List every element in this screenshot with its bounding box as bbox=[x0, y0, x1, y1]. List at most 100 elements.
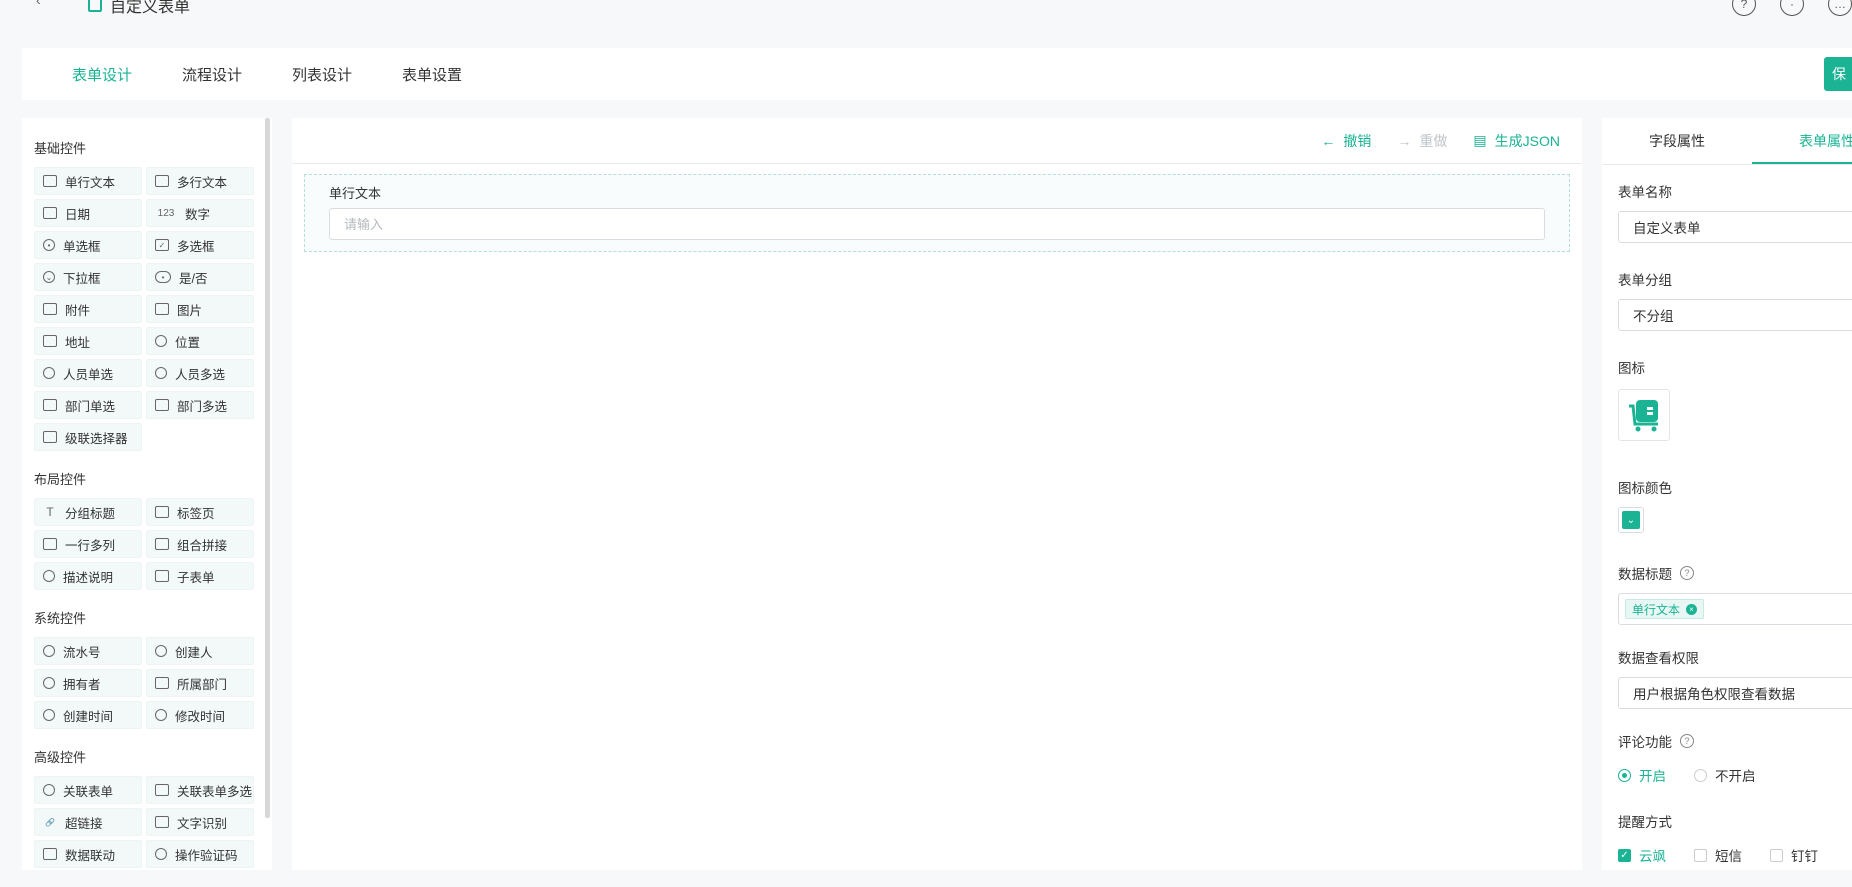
link-form-icon bbox=[43, 784, 55, 796]
form-field-single-text[interactable]: 单行文本 bbox=[304, 174, 1570, 252]
data-link-icon bbox=[43, 848, 57, 860]
clock-edit-icon bbox=[155, 709, 167, 721]
chat-icon[interactable]: … bbox=[1828, 0, 1852, 16]
ctrl-group-title[interactable]: T 分组标题 bbox=[34, 498, 142, 526]
ctrl-created-time[interactable]: 创建时间 bbox=[34, 701, 142, 729]
help-icon[interactable]: ? bbox=[1732, 0, 1756, 16]
ctrl-ocr[interactable]: 文字识别 bbox=[146, 808, 254, 836]
remind-dingtalk-checkbox[interactable]: 钉钉 bbox=[1770, 845, 1818, 865]
layers-icon bbox=[155, 677, 169, 689]
ctrl-verify-code[interactable]: 操作验证码 bbox=[146, 840, 254, 868]
departments-icon bbox=[155, 399, 169, 411]
number-icon: 123 bbox=[157, 207, 175, 219]
ocr-icon bbox=[155, 816, 169, 828]
save-button[interactable]: 保 bbox=[1824, 57, 1852, 91]
redo-button[interactable]: → 重做 bbox=[1397, 131, 1447, 151]
ctrl-checkbox[interactable]: ✓ 多选框 bbox=[146, 231, 254, 259]
comment-on-radio[interactable]: 开启 bbox=[1618, 765, 1666, 785]
ctrl-image[interactable]: 图片 bbox=[146, 295, 254, 323]
radio-icon: • bbox=[43, 239, 55, 251]
group-title: 基础控件 bbox=[34, 141, 87, 156]
ctrl-yes-no[interactable]: • 是/否 bbox=[146, 263, 254, 291]
settings-icon[interactable]: · bbox=[1780, 0, 1804, 16]
ctrl-data-link[interactable]: 数据联动 bbox=[34, 840, 142, 868]
prop-icon-color: 图标颜色 ⌄ bbox=[1602, 477, 1852, 533]
group-title: 系统控件 bbox=[34, 611, 87, 626]
form-name-input[interactable]: 自定义表单 bbox=[1618, 211, 1852, 243]
ctrl-dept-multi[interactable]: 部门多选 bbox=[146, 391, 254, 419]
tab-flow-design[interactable]: 流程设计 bbox=[182, 48, 242, 101]
ctrl-number[interactable]: 123 数字 bbox=[146, 199, 254, 227]
ctrl-location[interactable]: 位置 bbox=[146, 327, 254, 355]
remind-checkbox-group: ✓ 云飒 短信 钉钉 bbox=[1618, 845, 1852, 865]
check-icon: ✓ bbox=[1618, 848, 1631, 862]
question-circle-icon[interactable]: ? bbox=[1680, 566, 1694, 580]
data-title-select[interactable]: 单行文本 × bbox=[1618, 593, 1852, 625]
ctrl-address[interactable]: 地址 bbox=[34, 327, 142, 355]
owner-icon bbox=[43, 677, 55, 689]
remind-sms-checkbox[interactable]: 短信 bbox=[1694, 845, 1742, 865]
checkbox-icon: ✓ bbox=[155, 239, 169, 251]
form-group-select[interactable]: 不分组 bbox=[1618, 299, 1852, 331]
ctrl-radio[interactable]: • 单选框 bbox=[34, 231, 142, 259]
tab-form-design[interactable]: 表单设计 bbox=[72, 48, 132, 101]
app-header: ‹ 自定义表单 ? · … bbox=[0, 0, 1852, 20]
undo-button[interactable]: ← 撤销 bbox=[1321, 131, 1371, 151]
ctrl-related-form[interactable]: 关联表单 bbox=[34, 776, 142, 804]
ctrl-owner[interactable]: 拥有者 bbox=[34, 669, 142, 697]
ctrl-multi-column[interactable]: 一行多列 bbox=[34, 530, 142, 558]
properties-panel: 字段属性 表单属性 表单名称 自定义表单 表单分组 不分组 图标 图标颜色 ⌄ bbox=[1602, 118, 1852, 870]
tab-form-props[interactable]: 表单属性 bbox=[1752, 118, 1852, 164]
ctrl-user-single[interactable]: 人员单选 bbox=[34, 359, 142, 387]
ctrl-hyperlink[interactable]: 🔗 超链接 bbox=[34, 808, 142, 836]
prop-comment: 评论功能 ? 开启 不开启 bbox=[1602, 731, 1852, 785]
ctrl-single-text[interactable]: 单行文本 bbox=[34, 167, 142, 195]
ctrl-dept-single[interactable]: 部门单选 bbox=[34, 391, 142, 419]
question-circle-icon[interactable]: ? bbox=[1680, 734, 1694, 748]
field-input[interactable] bbox=[329, 208, 1545, 240]
props-tabs: 字段属性 表单属性 bbox=[1602, 118, 1852, 165]
link-icon: 🔗 bbox=[45, 817, 55, 827]
tab-field-props[interactable]: 字段属性 bbox=[1602, 118, 1752, 164]
ctrl-attachment[interactable]: 附件 bbox=[34, 295, 142, 323]
form-app-icon bbox=[88, 0, 102, 12]
clock-icon bbox=[43, 709, 55, 721]
back-arrow-icon[interactable]: ‹ bbox=[36, 0, 41, 8]
close-icon[interactable]: × bbox=[1686, 603, 1698, 615]
ctrl-dropdown[interactable]: ⌄ 下拉框 bbox=[34, 263, 142, 291]
ctrl-combine[interactable]: 组合拼接 bbox=[146, 530, 254, 558]
group-basic: 基础控件 单行文本 多行文本 日期 123 数字 • 单选框 ✓ 多选框 ⌄ 下拉框 •… bbox=[34, 138, 260, 451]
comment-off-radio[interactable]: 不开启 bbox=[1694, 765, 1756, 785]
tab-form-settings[interactable]: 表单设置 bbox=[402, 48, 462, 101]
group-advanced: 高级控件 关联表单 关联表单多选 🔗 超链接 文字识别 数据联动 操作验证码 bbox=[34, 747, 260, 868]
header-actions: ? · … bbox=[1732, 0, 1852, 16]
view-permission-select[interactable]: 用户根据角色权限查看数据 bbox=[1618, 677, 1852, 709]
ctrl-cascader[interactable]: 级联选择器 bbox=[34, 423, 142, 451]
ctrl-related-form-multi[interactable]: 关联表单多选 bbox=[146, 776, 254, 804]
tab-list-design[interactable]: 列表设计 bbox=[292, 48, 352, 101]
combine-icon bbox=[155, 538, 169, 550]
ctrl-creator[interactable]: 创建人 bbox=[146, 637, 254, 665]
ctrl-owner-dept[interactable]: 所属部门 bbox=[146, 669, 254, 697]
ctrl-modified-time[interactable]: 修改时间 bbox=[146, 701, 254, 729]
page-title: 自定义表单 bbox=[110, 0, 191, 16]
palette-scrollbar[interactable] bbox=[265, 118, 270, 818]
arrow-right-icon: → bbox=[1397, 132, 1412, 149]
heading-icon: T bbox=[46, 505, 54, 519]
ctrl-multi-text[interactable]: 多行文本 bbox=[146, 167, 254, 195]
radio-dot bbox=[1618, 768, 1631, 782]
ctrl-description[interactable]: 描述说明 bbox=[34, 562, 142, 590]
ctrl-user-multi[interactable]: 人员多选 bbox=[146, 359, 254, 387]
ctrl-subform[interactable]: 子表单 bbox=[146, 562, 254, 590]
form-icon-picker[interactable] bbox=[1618, 389, 1670, 441]
ctrl-tabs[interactable]: 标签页 bbox=[146, 498, 254, 526]
generate-json-button[interactable]: ▤ 生成JSON bbox=[1473, 131, 1560, 151]
group-title: 布局控件 bbox=[34, 472, 87, 487]
prop-view-permission: 数据查看权限 用户根据角色权限查看数据 bbox=[1602, 647, 1852, 709]
ctrl-date[interactable]: 日期 bbox=[34, 199, 142, 227]
remind-cloud-checkbox[interactable]: ✓ 云飒 bbox=[1618, 845, 1666, 865]
ctrl-serial-no[interactable]: 流水号 bbox=[34, 637, 142, 665]
icon-color-picker[interactable]: ⌄ bbox=[1618, 507, 1644, 533]
user-icon bbox=[155, 645, 167, 657]
tag-icon bbox=[155, 506, 169, 518]
